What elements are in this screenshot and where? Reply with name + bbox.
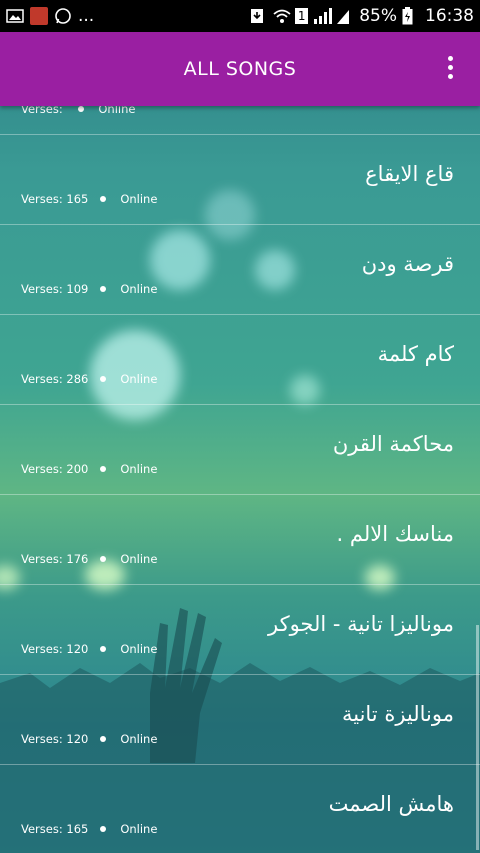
more-notifications: ... bbox=[78, 6, 95, 26]
verses-count: 176 bbox=[66, 552, 89, 566]
song-title: هامش الصمت bbox=[328, 792, 454, 816]
separator-dot-icon bbox=[100, 556, 107, 562]
sim-badge: 1 bbox=[295, 8, 309, 24]
song-title: مناسك الالم . bbox=[336, 522, 455, 546]
list-item[interactable]: قاع الايقاع Verses: 165 Online bbox=[0, 134, 480, 225]
song-title: موناليزة تانية bbox=[341, 702, 454, 726]
separator-dot-icon bbox=[100, 196, 107, 202]
list-item[interactable]: هامش الصمت Verses: 165 Online bbox=[0, 764, 480, 853]
list-item[interactable]: موناليزة تانية Verses: 120 Online bbox=[0, 674, 480, 765]
song-title: كام كلمة bbox=[377, 342, 454, 366]
verses-count: 120 bbox=[66, 732, 89, 746]
song-meta: Verses: 286 Online bbox=[21, 372, 157, 386]
list-item[interactable]: موناليزا تانية - الجوكر Verses: 120 Onli… bbox=[0, 584, 480, 675]
verses-count: 165 bbox=[66, 822, 89, 836]
avatar-icon bbox=[30, 7, 48, 25]
separator-dot-icon bbox=[78, 106, 85, 112]
list-item[interactable]: Verses: Online bbox=[0, 106, 480, 135]
clock: 16:38 bbox=[425, 6, 474, 26]
verses-label: Verses: bbox=[21, 192, 63, 206]
verses-count: 109 bbox=[66, 282, 89, 296]
verses-count: 200 bbox=[66, 462, 89, 476]
status-text: Online bbox=[120, 552, 158, 566]
list-item[interactable]: قرصة ودن Verses: 109 Online bbox=[0, 224, 480, 315]
song-meta: Verses: 120 Online bbox=[21, 732, 157, 746]
app-bar: ALL SONGS bbox=[0, 32, 480, 106]
status-text: Online bbox=[120, 642, 158, 656]
separator-dot-icon bbox=[100, 736, 107, 742]
verses-label: Verses: bbox=[21, 552, 63, 566]
list-item[interactable]: مناسك الالم . Verses: 176 Online bbox=[0, 494, 480, 585]
signal-icon bbox=[313, 7, 333, 25]
status-text: Online bbox=[120, 732, 158, 746]
verses-label: Verses: bbox=[21, 642, 63, 656]
verses-label: Verses: bbox=[21, 732, 63, 746]
song-meta: Verses: 165 Online bbox=[21, 192, 157, 206]
verses-count: 120 bbox=[66, 642, 89, 656]
signal-2-icon bbox=[336, 7, 354, 25]
battery-icon bbox=[402, 7, 420, 25]
separator-dot-icon bbox=[100, 826, 107, 832]
status-text: Online bbox=[120, 462, 158, 476]
verses-label: Verses: bbox=[21, 462, 63, 476]
separator-dot-icon bbox=[100, 646, 107, 652]
song-meta: Verses: 176 Online bbox=[21, 552, 157, 566]
scrollbar[interactable] bbox=[476, 625, 479, 850]
status-text: Online bbox=[120, 822, 158, 836]
status-bar: ... 1 85% 16:38 bbox=[0, 0, 480, 32]
whatsapp-icon bbox=[54, 7, 72, 25]
page-title: ALL SONGS bbox=[183, 58, 297, 80]
song-title: قاع الايقاع bbox=[365, 162, 454, 186]
song-title: قرصة ودن bbox=[361, 252, 454, 276]
song-title: محاكمة القرن bbox=[332, 432, 454, 456]
gallery-icon bbox=[6, 7, 24, 25]
separator-dot-icon bbox=[100, 466, 107, 472]
download-icon bbox=[249, 7, 267, 25]
separator-dot-icon bbox=[100, 286, 107, 292]
verses-label: Verses: bbox=[21, 106, 63, 116]
list-item[interactable]: محاكمة القرن Verses: 200 Online bbox=[0, 404, 480, 495]
song-meta: Verses: 109 Online bbox=[21, 282, 157, 296]
song-title: موناليزا تانية - الجوكر bbox=[267, 612, 454, 636]
overflow-menu-icon[interactable] bbox=[440, 56, 460, 82]
song-meta: Verses: 120 Online bbox=[21, 642, 157, 656]
list-item[interactable]: كام كلمة Verses: 286 Online bbox=[0, 314, 480, 405]
song-meta: Verses: Online bbox=[21, 106, 135, 116]
verses-label: Verses: bbox=[21, 372, 63, 386]
verses-label: Verses: bbox=[21, 282, 63, 296]
songs-list[interactable]: Verses: Online قاع الايقاع Verses: 165 O… bbox=[0, 106, 480, 853]
wifi-icon bbox=[272, 7, 291, 25]
separator-dot-icon bbox=[100, 376, 107, 382]
verses-count: 286 bbox=[66, 372, 89, 386]
song-meta: Verses: 165 Online bbox=[21, 822, 157, 836]
status-text: Online bbox=[98, 106, 136, 116]
status-text: Online bbox=[120, 372, 158, 386]
status-text: Online bbox=[120, 192, 158, 206]
verses-count: 165 bbox=[66, 192, 89, 206]
status-text: Online bbox=[120, 282, 158, 296]
verses-label: Verses: bbox=[21, 822, 63, 836]
song-meta: Verses: 200 Online bbox=[21, 462, 157, 476]
battery-percent: 85% bbox=[359, 6, 397, 26]
